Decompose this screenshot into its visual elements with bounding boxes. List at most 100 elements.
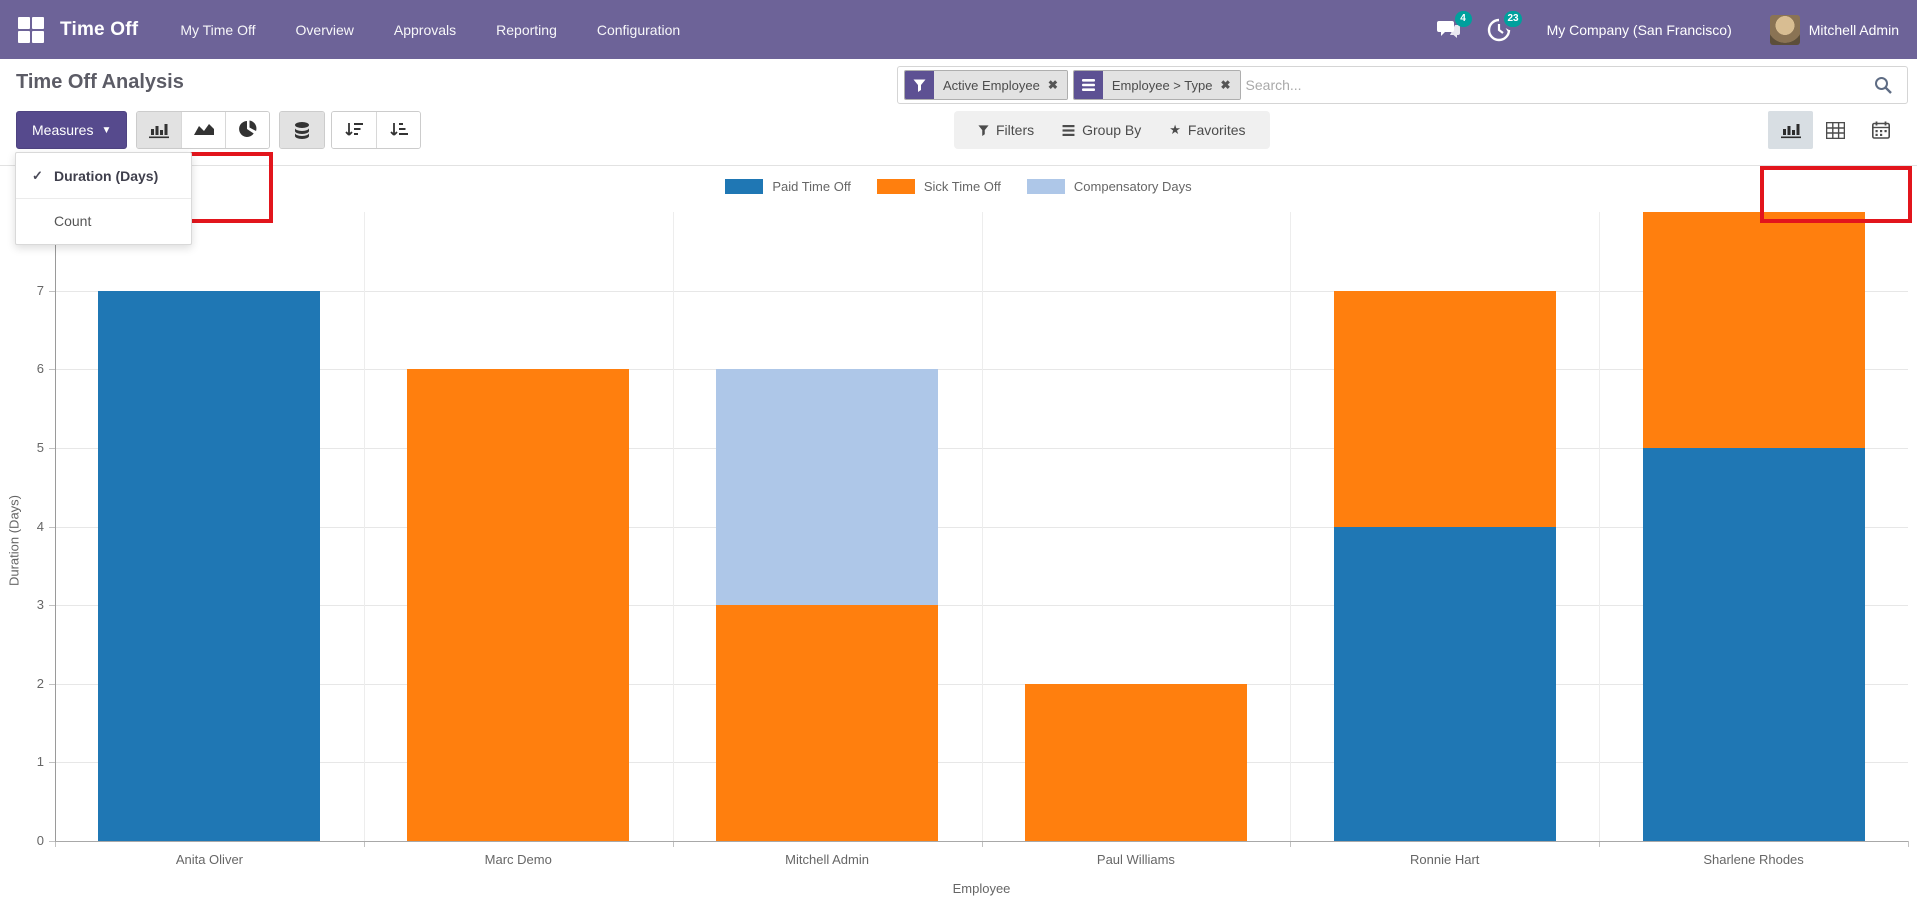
search-bar[interactable]: Active Employee ✖ Employee > Type ✖ bbox=[897, 66, 1908, 104]
measure-option-duration[interactable]: ✓ Duration (Days) bbox=[16, 157, 191, 195]
menu-reporting[interactable]: Reporting bbox=[496, 22, 557, 38]
group-by-icon bbox=[1062, 125, 1075, 136]
pie-chart-button[interactable] bbox=[225, 112, 269, 148]
bar-segment-sick-time-off[interactable] bbox=[716, 605, 938, 841]
stacked-button[interactable] bbox=[280, 112, 324, 148]
filters-button[interactable]: Filters bbox=[964, 122, 1048, 138]
bar-segment-compensatory-days[interactable] bbox=[716, 369, 938, 605]
sort-group bbox=[331, 111, 421, 149]
dropdown-divider bbox=[16, 198, 191, 199]
chevron-down-icon: ▼ bbox=[101, 125, 111, 136]
x-tick-label: Ronnie Hart bbox=[1290, 852, 1599, 867]
search-options-bar: Filters Group By ★ Favorites bbox=[954, 111, 1270, 149]
facet-remove-button[interactable]: ✖ bbox=[1048, 78, 1058, 92]
filter-icon bbox=[905, 71, 934, 99]
y-tick-label: 2 bbox=[14, 676, 44, 691]
graph-view-button[interactable] bbox=[1768, 111, 1813, 149]
bar-segment-sick-time-off[interactable] bbox=[1334, 291, 1556, 527]
bar-segment-sick-time-off[interactable] bbox=[407, 369, 629, 841]
x-tick-label: Anita Oliver bbox=[55, 852, 364, 867]
messages-button[interactable]: 4 bbox=[1437, 18, 1463, 42]
table-grid-icon bbox=[1826, 122, 1845, 139]
measure-option-count[interactable]: Count bbox=[16, 202, 191, 240]
group-by-icon bbox=[1074, 71, 1103, 99]
stacked-icon bbox=[293, 121, 311, 140]
y-tick-label: 7 bbox=[14, 283, 44, 298]
facet-employee-type: Employee > Type ✖ bbox=[1073, 70, 1241, 100]
x-tick-label: Sharlene Rhodes bbox=[1599, 852, 1908, 867]
search-icon bbox=[1873, 75, 1893, 95]
menu-overview[interactable]: Overview bbox=[296, 22, 354, 38]
favorites-label: Favorites bbox=[1188, 122, 1246, 138]
sort-descending-button[interactable] bbox=[332, 112, 376, 148]
pie-chart-icon bbox=[238, 120, 258, 140]
measure-option-label: Count bbox=[54, 213, 91, 229]
search-input[interactable] bbox=[1246, 77, 1860, 93]
legend-swatch bbox=[877, 179, 915, 194]
legend-item-sick[interactable]: Sick Time Off bbox=[877, 179, 1001, 194]
menu-my-time-off[interactable]: My Time Off bbox=[180, 22, 255, 38]
user-menu[interactable]: Mitchell Admin bbox=[1770, 15, 1899, 45]
group-by-label: Group By bbox=[1082, 122, 1141, 138]
legend-item-compensatory[interactable]: Compensatory Days bbox=[1027, 179, 1192, 194]
y-tick-label: 6 bbox=[14, 361, 44, 376]
chart-legend: Paid Time Off Sick Time Off Compensatory… bbox=[0, 179, 1917, 194]
calendar-view-button[interactable] bbox=[1858, 111, 1903, 149]
x-tick-label: Paul Williams bbox=[982, 852, 1291, 867]
app-title[interactable]: Time Off bbox=[60, 19, 138, 41]
menu-approvals[interactable]: Approvals bbox=[394, 22, 456, 38]
company-switcher[interactable]: My Company (San Francisco) bbox=[1547, 22, 1732, 38]
user-name: Mitchell Admin bbox=[1809, 22, 1899, 38]
bar-chart-button[interactable] bbox=[137, 112, 181, 148]
bar-segment-paid-time-off[interactable] bbox=[1643, 448, 1865, 841]
graph-view: Paid Time Off Sick Time Off Compensatory… bbox=[0, 166, 1917, 900]
legend-label: Compensatory Days bbox=[1074, 179, 1192, 194]
legend-label: Paid Time Off bbox=[772, 179, 851, 194]
legend-item-paid[interactable]: Paid Time Off bbox=[725, 179, 851, 194]
bar-segment-paid-time-off[interactable] bbox=[98, 291, 320, 841]
view-switcher bbox=[1768, 111, 1903, 149]
bar-segment-sick-time-off[interactable] bbox=[1025, 684, 1247, 841]
facet-label: Active Employee bbox=[943, 78, 1040, 93]
x-tick-mark bbox=[1908, 841, 1909, 847]
apps-menu-icon[interactable] bbox=[18, 17, 44, 43]
facet-label: Employee > Type bbox=[1112, 78, 1213, 93]
avatar bbox=[1770, 15, 1800, 45]
x-tick-label: Marc Demo bbox=[364, 852, 673, 867]
activities-count-badge: 23 bbox=[1504, 11, 1521, 27]
stacked-toggle-group bbox=[279, 111, 325, 149]
sort-ascending-button[interactable] bbox=[376, 112, 420, 148]
legend-swatch bbox=[1027, 179, 1065, 194]
sort-ascending-icon bbox=[389, 121, 409, 139]
legend-label: Sick Time Off bbox=[924, 179, 1001, 194]
activities-button[interactable]: 23 bbox=[1487, 18, 1513, 42]
gridline bbox=[1599, 212, 1600, 841]
bar-segment-sick-time-off[interactable] bbox=[1643, 212, 1865, 448]
facet-active-employee: Active Employee ✖ bbox=[904, 70, 1068, 100]
search-submit-button[interactable] bbox=[1865, 75, 1901, 95]
measures-dropdown: ✓ Duration (Days) Count bbox=[15, 152, 192, 245]
x-tick-label: Mitchell Admin bbox=[673, 852, 982, 867]
pivot-view-button[interactable] bbox=[1813, 111, 1858, 149]
area-chart-icon bbox=[193, 121, 215, 139]
legend-swatch bbox=[725, 179, 763, 194]
x-axis-title: Employee bbox=[55, 881, 1908, 896]
bar-chart-icon bbox=[1781, 121, 1801, 139]
favorites-button[interactable]: ★ Favorites bbox=[1155, 122, 1259, 138]
gridline bbox=[673, 212, 674, 841]
y-tick-label: 1 bbox=[14, 754, 44, 769]
filter-icon bbox=[978, 125, 989, 136]
messages-count-badge: 4 bbox=[1455, 11, 1472, 27]
sort-descending-icon bbox=[344, 121, 364, 139]
line-chart-button[interactable] bbox=[181, 112, 225, 148]
bar-chart-icon bbox=[149, 121, 169, 139]
calendar-icon bbox=[1872, 121, 1890, 139]
menu-configuration[interactable]: Configuration bbox=[597, 22, 680, 38]
group-by-button[interactable]: Group By bbox=[1048, 122, 1155, 138]
bar-segment-paid-time-off[interactable] bbox=[1334, 527, 1556, 842]
facet-remove-button[interactable]: ✖ bbox=[1220, 78, 1230, 92]
gridline bbox=[364, 212, 365, 841]
y-tick-label: 0 bbox=[14, 833, 44, 848]
measures-button[interactable]: Measures ▼ bbox=[16, 111, 127, 149]
control-panel: Time Off Analysis Measures ▼ bbox=[0, 59, 1917, 166]
